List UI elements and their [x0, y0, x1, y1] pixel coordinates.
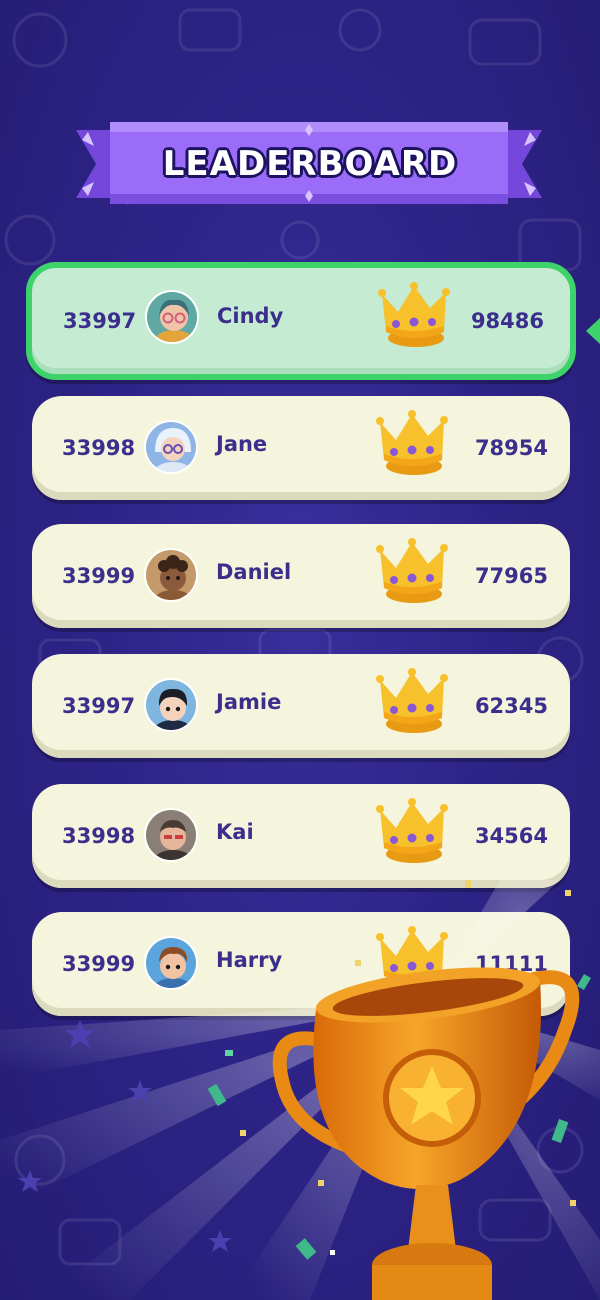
player-rank: 33998 — [62, 824, 136, 848]
crown-icon — [376, 410, 448, 475]
player-rank: 33999 — [62, 564, 136, 588]
player-score: 77965 — [474, 564, 548, 588]
player-name: Daniel — [216, 560, 292, 584]
boy-curly-avatar — [144, 548, 198, 602]
trophy-celebration — [0, 880, 600, 1300]
player-name: Jamie — [216, 690, 282, 714]
player-score: 98486 — [470, 309, 544, 333]
page-title: LEADERBOARD — [162, 144, 458, 184]
crown-icon — [376, 798, 448, 863]
boy-hooded-avatar — [144, 808, 198, 862]
leaderboard-row[interactable]: 33998 Kai 34564 — [32, 784, 570, 888]
player-name: Jane — [216, 432, 268, 456]
boy-dark-hair-avatar — [144, 678, 198, 732]
player-rank: 33998 — [62, 436, 136, 460]
player-name: Kai — [216, 820, 254, 844]
crown-icon — [376, 668, 448, 733]
leaderboard-row[interactable]: 33998 Jane 78954 — [32, 396, 570, 500]
player-rank: 33997 — [62, 694, 136, 718]
player-score: 62345 — [474, 694, 548, 718]
girl-glasses-avatar — [145, 290, 199, 344]
player-score: 78954 — [474, 436, 548, 460]
player-name: Cindy — [217, 304, 284, 328]
player-score: 34564 — [474, 824, 548, 848]
current-player-pointer-icon — [586, 318, 600, 344]
crown-icon — [376, 538, 448, 603]
crown-icon — [378, 282, 450, 347]
girl-hood-avatar — [144, 420, 198, 474]
leaderboard-screen: LEADERBOARD 33997 Cindy 98486 33998 Jane… — [0, 0, 600, 1300]
leaderboard-row-current-player[interactable]: 33997 Cindy 98486 — [26, 262, 576, 380]
leaderboard-row[interactable]: 33999 Daniel 77965 — [32, 524, 570, 628]
leaderboard-row[interactable]: 33997 Jamie 62345 — [32, 654, 570, 758]
player-rank: 33997 — [63, 309, 137, 333]
